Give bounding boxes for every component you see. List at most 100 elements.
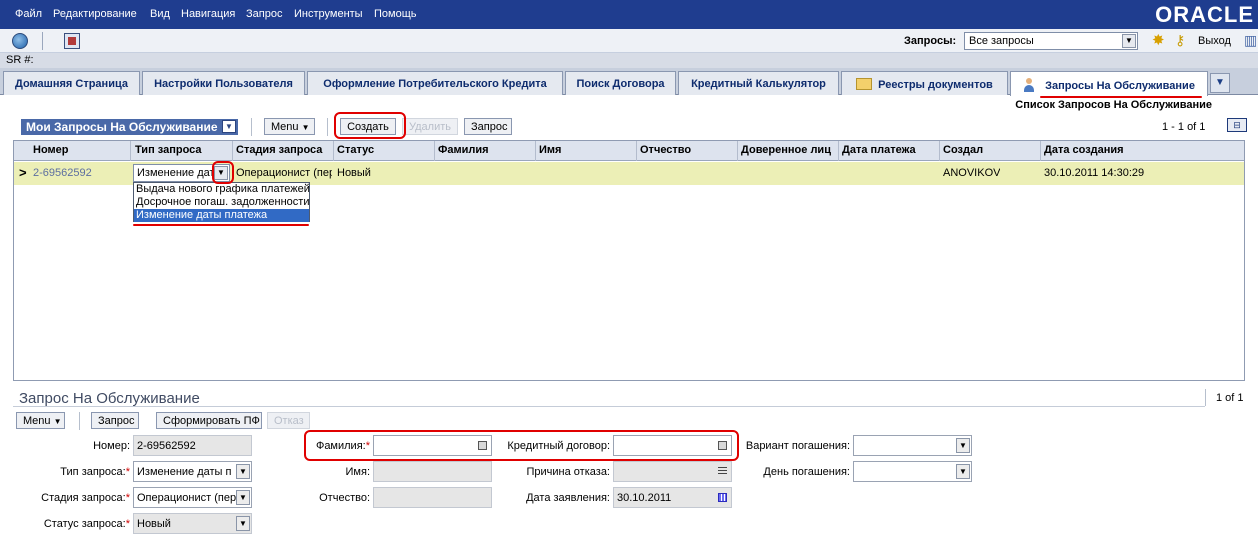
tab-home[interactable]: Домашняя Страница — [3, 71, 140, 95]
column-header[interactable]: Дата платежа — [842, 144, 938, 156]
picker-icon[interactable] — [478, 441, 487, 450]
column-separator — [636, 141, 637, 161]
column-header[interactable]: Номер — [33, 144, 129, 156]
grid-layout-icon[interactable]: ⊟ — [1227, 118, 1247, 132]
required-asterisk-icon: * — [125, 518, 130, 530]
stage-label-text: Стадия запроса: — [41, 492, 126, 504]
repayment-label: Вариант погашения: — [745, 440, 850, 452]
column-header[interactable]: Имя — [539, 144, 635, 156]
menu-file[interactable]: Файл — [15, 8, 42, 20]
request-type-dropdown: Выдача нового графика платежей Досрочное… — [133, 182, 310, 222]
chevron-down-icon[interactable]: ▼ — [236, 490, 250, 505]
logout-link[interactable]: Выход — [1198, 35, 1231, 47]
column-header[interactable]: Создал — [943, 144, 1039, 156]
dropdown-option[interactable]: Досрочное погаш. задолженности — [134, 196, 309, 209]
status-label: Статус запроса:* — [20, 518, 130, 530]
key-icon[interactable]: ⚷ — [1175, 32, 1191, 48]
chart-icon[interactable]: ▥ — [1244, 32, 1258, 48]
tab-consumer-credit[interactable]: Оформление Потребительского Кредита — [307, 71, 563, 95]
tab-user-settings[interactable]: Настройки Пользователя — [142, 71, 305, 95]
column-header[interactable]: Стадия запроса — [236, 144, 332, 156]
column-header[interactable]: Тип запроса — [135, 144, 231, 156]
created-date-cell: 30.10.2011 14:30:29 — [1044, 167, 1145, 179]
request-date-field[interactable]: 30.10.2011 — [613, 487, 732, 508]
report-icon[interactable] — [64, 33, 80, 49]
tab-document-registers[interactable]: Реестры документов — [841, 71, 1008, 95]
lastname-field[interactable] — [373, 435, 492, 456]
request-date-value: 30.10.2011 — [617, 492, 672, 504]
menu-help[interactable]: Помощь — [374, 8, 417, 20]
text-editor-icon[interactable] — [718, 467, 727, 476]
tab-service-requests[interactable]: Запросы На Обслуживание — [1010, 71, 1208, 96]
column-header[interactable]: Статус — [337, 144, 433, 156]
menu-view[interactable]: Вид — [150, 8, 170, 20]
screen-tabs: Домашняя Страница Настройки Пользователя… — [0, 68, 1258, 96]
calendar-icon[interactable] — [718, 493, 727, 502]
tab-label: Домашняя Страница — [15, 78, 128, 90]
settings-icon[interactable]: ✸ — [1152, 31, 1168, 49]
globe-icon[interactable] — [12, 33, 28, 49]
column-header[interactable]: Дата создания — [1044, 144, 1194, 156]
menu-edit[interactable]: Редактирование — [53, 8, 137, 20]
contract-label: Кредитный договор: — [507, 440, 610, 452]
payment-day-field[interactable]: ▼ — [853, 461, 972, 482]
request-type-value: Изменение дат — [137, 167, 215, 179]
column-separator — [232, 141, 233, 161]
column-separator — [737, 141, 738, 161]
caret-down-icon: ▼ — [53, 417, 62, 426]
request-type-select[interactable]: Изменение дат ▼ — [133, 164, 230, 182]
column-header[interactable]: Фамилия — [438, 144, 534, 156]
tab-overflow-dropdown[interactable]: ▼ — [1210, 73, 1230, 93]
menu-tools[interactable]: Инструменты — [294, 8, 363, 20]
form-title: Запрос На Обслуживание — [19, 390, 200, 407]
form-query-button[interactable]: Запрос — [91, 412, 139, 429]
chevron-down-icon[interactable]: ▼ — [956, 464, 970, 479]
chevron-down-icon[interactable]: ▼ — [222, 120, 236, 133]
status-field[interactable]: Новый ▼ — [133, 513, 252, 534]
chevron-down-icon[interactable]: ▼ — [236, 516, 250, 531]
request-type-field[interactable]: Изменение даты п ▼ — [133, 461, 252, 482]
record-count: 1 - 1 of 1 — [1162, 121, 1206, 133]
grid-header: Номер Тип запроса Стадия запроса Статус … — [14, 141, 1244, 161]
menu-navigation[interactable]: Навигация — [181, 8, 235, 20]
repayment-field[interactable]: ▼ — [853, 435, 972, 456]
stage-label: Стадия запроса:* — [20, 492, 130, 504]
tab-credit-calculator[interactable]: Кредитный Калькулятор — [678, 71, 839, 95]
dropdown-option[interactable]: Выдача нового графика платежей — [134, 183, 309, 196]
current-row-arrow-icon: > — [19, 165, 27, 180]
status-cell: Новый — [337, 167, 371, 179]
generate-pf-button[interactable]: Сформировать ПФ — [156, 412, 262, 429]
menu-query[interactable]: Запрос — [246, 8, 282, 20]
number-value: 2-69562592 — [137, 440, 196, 452]
column-separator — [939, 141, 940, 161]
create-button[interactable]: Создать — [340, 118, 396, 135]
number-label: Номер: — [93, 440, 130, 452]
stage-field[interactable]: Операционист (пер ▼ — [133, 487, 252, 508]
view-title: Список Запросов На Обслуживание — [1015, 99, 1212, 111]
chevron-down-icon[interactable]: ▼ — [214, 166, 228, 180]
request-number-link[interactable]: 2-69562592 — [33, 167, 92, 179]
chevron-down-icon[interactable]: ▼ — [956, 438, 970, 453]
applet-title-menu[interactable]: Мои Запросы На Обслуживание ▼ — [21, 119, 238, 135]
menu-bar: Файл Редактирование Вид Навигация Запрос… — [0, 0, 1258, 29]
required-asterisk-icon: * — [125, 466, 130, 478]
column-header[interactable]: Отчество — [640, 144, 736, 156]
divider — [13, 406, 1205, 407]
lastname-label: Фамилия:* — [290, 440, 370, 452]
list-menu-button[interactable]: Menu ▼ — [264, 118, 315, 135]
form-menu-button[interactable]: Menu ▼ — [16, 412, 65, 429]
queries-select[interactable]: Все запросы ▼ — [964, 32, 1138, 50]
picker-icon[interactable] — [718, 441, 727, 450]
chevron-down-icon[interactable]: ▼ — [1122, 34, 1136, 48]
request-date-label: Дата заявления: — [526, 492, 610, 504]
reject-reason-label: Причина отказа: — [526, 466, 610, 478]
contract-field[interactable] — [613, 435, 732, 456]
dropdown-option-selected[interactable]: Изменение даты платежа — [134, 209, 309, 222]
oracle-logo: ORACLE — [1155, 2, 1254, 27]
column-header[interactable]: Доверенное лиц — [741, 144, 837, 156]
form-record-count: 1 of 1 — [1216, 392, 1244, 404]
divider — [251, 118, 252, 136]
chevron-down-icon[interactable]: ▼ — [236, 464, 250, 479]
tab-contract-search[interactable]: Поиск Договора — [565, 71, 676, 95]
query-button[interactable]: Запрос — [464, 118, 512, 135]
